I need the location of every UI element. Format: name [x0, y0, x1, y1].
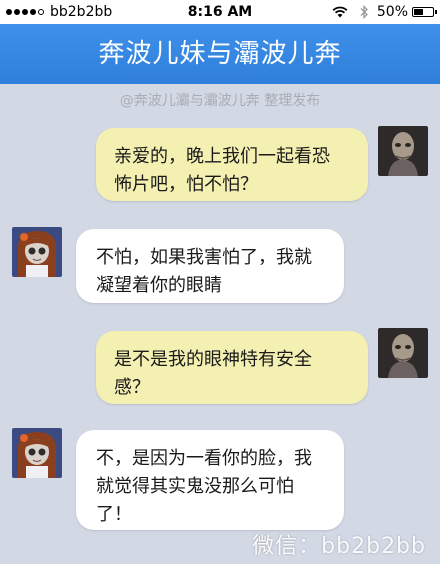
message-text: 亲爱的，晚上我们一起看恐 — [114, 146, 330, 167]
message-bubble-incoming[interactable]: 不怕，如果我害怕了，我就 凝望着你的眼睛 — [76, 229, 344, 303]
avatar-outgoing[interactable] — [378, 126, 428, 176]
message-text: 就觉得其实鬼没那么可怕 — [96, 476, 294, 497]
alien-avatar-icon — [378, 126, 428, 176]
alien-avatar-icon — [378, 328, 428, 378]
message-bubble-outgoing[interactable]: 亲爱的，晚上我们一起看恐 怖片吧，怕不怕？ — [96, 128, 368, 201]
chat-title: 奔波儿妹与灞波儿奔 — [0, 24, 440, 84]
avatar-outgoing[interactable] — [378, 328, 428, 378]
watermark-wechat: 微信：bb2b2bb — [252, 534, 426, 559]
battery-icon — [412, 7, 437, 17]
message-bubble-incoming[interactable]: 不，是因为一看你的脸，我 就觉得其实鬼没那么可怕 了！ — [76, 430, 344, 530]
bluetooth-icon — [360, 5, 369, 19]
battery-percent: 50% — [376, 4, 408, 20]
doll-avatar-icon — [12, 428, 62, 478]
message-text: 感？ — [114, 377, 150, 398]
status-right: 50% — [332, 4, 437, 20]
message-text: 怖片吧，怕不怕？ — [114, 174, 258, 195]
doll-avatar-icon — [12, 227, 62, 277]
battery-level-fill — [414, 9, 423, 15]
message-bubble-outgoing[interactable]: 是不是我的眼神特有安全 感？ — [96, 331, 368, 404]
status-bar: bb2b2bb 8:16 AM 50% — [0, 0, 440, 24]
watermark-publisher: @奔波儿灞与灞波儿奔 整理发布 — [119, 93, 321, 109]
message-text: 不，是因为一看你的脸，我 — [96, 448, 312, 469]
message-text: 是不是我的眼神特有安全 — [114, 349, 312, 370]
message-text: 了！ — [96, 504, 132, 525]
avatar-incoming[interactable] — [12, 428, 62, 478]
message-text: 凝望着你的眼睛 — [96, 275, 222, 296]
wifi-icon — [332, 6, 348, 18]
message-text: 不怕，如果我害怕了，我就 — [96, 247, 312, 268]
avatar-incoming[interactable] — [12, 227, 62, 277]
